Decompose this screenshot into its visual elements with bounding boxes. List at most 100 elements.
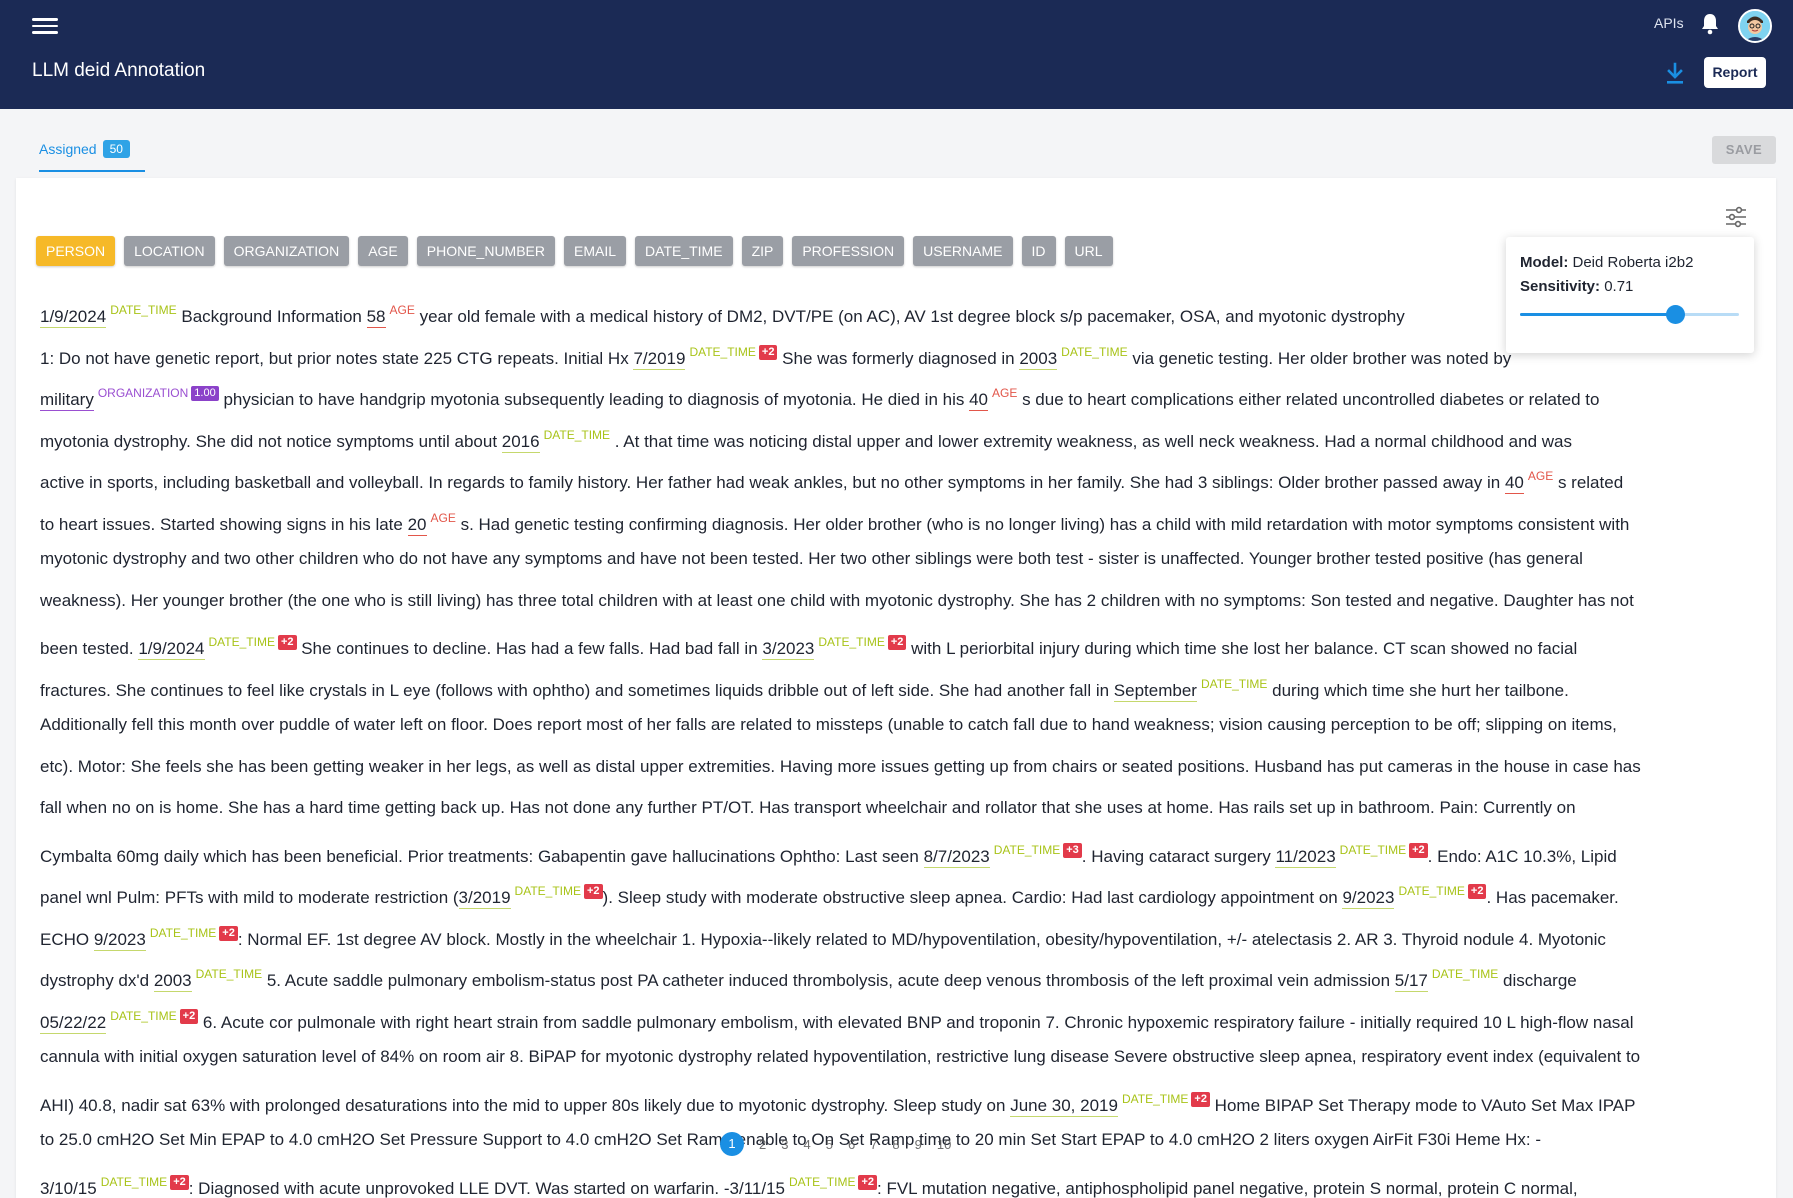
more-labels-badge[interactable]: +2 bbox=[584, 884, 603, 899]
apis-link[interactable]: APIs bbox=[1654, 15, 1684, 31]
label-chip-location[interactable]: LOCATION bbox=[124, 236, 215, 266]
entity-span[interactable]: 40 bbox=[1505, 473, 1524, 494]
page-9-button[interactable]: 9 bbox=[915, 1137, 922, 1152]
more-labels-badge[interactable]: +2 bbox=[219, 926, 238, 941]
entity-span[interactable]: 2003 bbox=[1019, 349, 1057, 370]
download-icon[interactable] bbox=[1664, 62, 1686, 86]
more-labels-badge[interactable]: +2 bbox=[1468, 884, 1487, 899]
text-segment: Background Information bbox=[177, 307, 367, 326]
label-chip-url[interactable]: URL bbox=[1065, 236, 1113, 266]
entity-span[interactable]: 2003 bbox=[154, 971, 192, 992]
entity-type-tag[interactable]: DATE_TIME bbox=[1201, 677, 1267, 691]
entity-type-tag[interactable]: DATE_TIME bbox=[789, 1175, 855, 1189]
label-chip-phone-number[interactable]: PHONE_NUMBER bbox=[417, 236, 555, 266]
entity-span[interactable]: June 30, 2019 bbox=[1010, 1096, 1118, 1117]
entity-span[interactable]: 5/17 bbox=[1395, 971, 1428, 992]
text-segment: panel wnl Pulm: PFTs with mild to modera… bbox=[40, 888, 459, 907]
entity-type-tag[interactable]: AGE bbox=[992, 386, 1017, 400]
document-line: myotonic dystrophy and two other childre… bbox=[40, 538, 1776, 580]
entity-span[interactable]: 3/10/15 bbox=[40, 1179, 97, 1198]
sensitivity-slider[interactable] bbox=[1520, 313, 1739, 316]
entity-span[interactable]: 20 bbox=[408, 515, 427, 536]
slider-thumb[interactable] bbox=[1666, 305, 1685, 324]
label-chip-person[interactable]: PERSON bbox=[36, 236, 115, 266]
more-labels-badge[interactable]: +2 bbox=[1191, 1092, 1210, 1107]
label-chip-age[interactable]: AGE bbox=[358, 236, 408, 266]
entity-span[interactable]: 8/7/2023 bbox=[924, 847, 990, 868]
entity-span[interactable]: 11/2023 bbox=[1275, 847, 1335, 868]
more-labels-badge[interactable]: +2 bbox=[759, 345, 778, 360]
sliders-settings-icon[interactable] bbox=[1724, 206, 1748, 228]
entity-type-tag[interactable]: DATE_TIME bbox=[110, 303, 176, 317]
label-chip-date-time[interactable]: DATE_TIME bbox=[635, 236, 733, 266]
label-chip-id[interactable]: ID bbox=[1022, 236, 1056, 266]
text-segment: She was formerly diagnosed in bbox=[777, 349, 1019, 368]
entity-span[interactable]: 1/9/2024 bbox=[138, 639, 204, 660]
entity-type-tag[interactable]: DATE_TIME bbox=[209, 635, 275, 649]
entity-span[interactable]: September bbox=[1114, 681, 1197, 702]
menu-icon[interactable] bbox=[32, 14, 58, 36]
page-10-button[interactable]: 10 bbox=[937, 1137, 951, 1152]
entity-type-tag[interactable]: AGE bbox=[390, 303, 415, 317]
more-labels-badge[interactable]: +2 bbox=[888, 635, 907, 650]
entity-type-tag[interactable]: DATE_TIME bbox=[1340, 843, 1406, 857]
more-labels-badge[interactable]: +2 bbox=[170, 1175, 189, 1190]
entity-span[interactable]: 7/2019 bbox=[633, 349, 685, 370]
bell-icon[interactable] bbox=[1700, 13, 1720, 35]
more-labels-badge[interactable]: +2 bbox=[858, 1175, 877, 1190]
entity-span[interactable]: military bbox=[40, 390, 94, 411]
entity-type-tag[interactable]: DATE_TIME bbox=[1398, 884, 1464, 898]
entity-span[interactable]: 9/2023 bbox=[94, 930, 146, 951]
entity-type-tag[interactable]: ORGANIZATION bbox=[98, 386, 188, 400]
entity-type-tag[interactable]: AGE bbox=[1528, 469, 1553, 483]
more-labels-badge[interactable]: +2 bbox=[1409, 843, 1428, 858]
entity-span[interactable]: 9/2023 bbox=[1342, 888, 1394, 909]
save-button[interactable]: SAVE bbox=[1712, 136, 1776, 164]
entity-type-tag[interactable]: DATE_TIME bbox=[110, 1009, 176, 1023]
label-chip-username[interactable]: USERNAME bbox=[913, 236, 1012, 266]
label-chip-profession[interactable]: PROFESSION bbox=[792, 236, 904, 266]
entity-span[interactable]: 3/2019 bbox=[459, 888, 511, 909]
label-chip-organization[interactable]: ORGANIZATION bbox=[224, 236, 350, 266]
report-button[interactable]: Report bbox=[1704, 57, 1766, 88]
more-labels-badge[interactable]: +2 bbox=[278, 635, 297, 650]
entity-type-tag[interactable]: DATE_TIME bbox=[150, 926, 216, 940]
tab-assigned[interactable]: Assigned50 bbox=[39, 140, 130, 158]
entity-type-tag[interactable]: DATE_TIME bbox=[101, 1175, 167, 1189]
page-7-button[interactable]: 7 bbox=[870, 1137, 877, 1152]
entity-span[interactable]: 40 bbox=[969, 390, 988, 411]
entity-span[interactable]: 1/9/2024 bbox=[40, 307, 106, 328]
more-labels-badge[interactable]: +2 bbox=[180, 1009, 199, 1024]
entity-span[interactable]: 3/2023 bbox=[762, 639, 814, 660]
entity-type-tag[interactable]: AGE bbox=[431, 511, 456, 525]
entity-type-tag[interactable]: DATE_TIME bbox=[1061, 345, 1127, 359]
entity-type-tag[interactable]: DATE_TIME bbox=[689, 345, 755, 359]
document-line: myotonia dystrophy. She did not notice s… bbox=[40, 414, 1776, 456]
entity-type-tag[interactable]: DATE_TIME bbox=[994, 843, 1060, 857]
entity-type-tag[interactable]: DATE_TIME bbox=[1432, 967, 1498, 981]
document-text: 1/9/2024 DATE_TIME Background Information… bbox=[40, 289, 1776, 1198]
entity-span[interactable]: 58 bbox=[367, 307, 386, 328]
page-6-button[interactable]: 6 bbox=[848, 1137, 855, 1152]
more-labels-badge[interactable]: +3 bbox=[1063, 843, 1082, 858]
entity-span[interactable]: 05/22/22 bbox=[40, 1013, 106, 1034]
page-8-button[interactable]: 8 bbox=[892, 1137, 899, 1152]
entity-type-tag[interactable]: DATE_TIME bbox=[544, 428, 610, 442]
entity-span[interactable]: 3/11/15 bbox=[730, 1179, 785, 1198]
entity-type-tag[interactable]: DATE_TIME bbox=[1122, 1092, 1188, 1106]
entity-type-tag[interactable]: DATE_TIME bbox=[818, 635, 884, 649]
page-3-button[interactable]: 3 bbox=[781, 1137, 788, 1152]
entity-type-tag[interactable]: DATE_TIME bbox=[515, 884, 581, 898]
page-2-button[interactable]: 2 bbox=[759, 1137, 766, 1152]
text-segment: Cymbalta 60mg daily which has been benef… bbox=[40, 847, 924, 866]
document-line: been tested. 1/9/2024DATE_TIME+2 She con… bbox=[40, 621, 1776, 663]
label-chip-email[interactable]: EMAIL bbox=[564, 236, 626, 266]
entity-type-tag[interactable]: DATE_TIME bbox=[196, 967, 262, 981]
avatar[interactable] bbox=[1738, 9, 1772, 43]
page-5-button[interactable]: 5 bbox=[826, 1137, 833, 1152]
page-1-button[interactable]: 1 bbox=[720, 1132, 744, 1156]
label-chip-zip[interactable]: ZIP bbox=[742, 236, 784, 266]
entity-span[interactable]: 2016 bbox=[502, 432, 540, 453]
text-segment: Additionally fell this month over puddle… bbox=[40, 715, 1617, 734]
page-4-button[interactable]: 4 bbox=[803, 1137, 810, 1152]
